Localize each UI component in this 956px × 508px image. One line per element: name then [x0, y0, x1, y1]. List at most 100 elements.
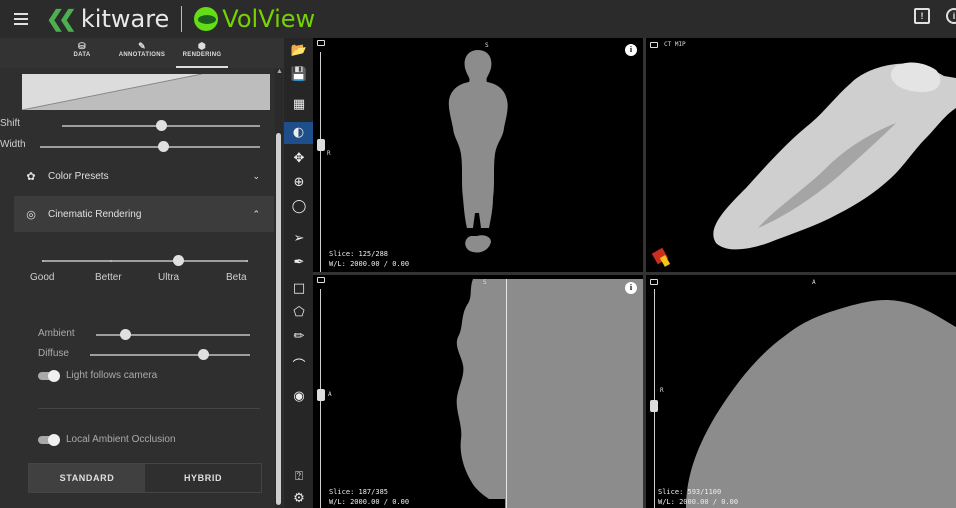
cinematic-label: Cinematic Rendering	[48, 208, 142, 220]
ambient-slider-thumb[interactable]	[120, 329, 131, 340]
tab-annotations[interactable]: ✎ ANNOTATIONS	[112, 38, 172, 68]
volume-render-image	[651, 62, 956, 267]
screenshot-view-icon[interactable]	[317, 40, 325, 46]
pan-icon[interactable]: ✥	[288, 148, 310, 170]
screenshot-view-icon[interactable]	[650, 42, 658, 48]
zoom-icon[interactable]: ⊕	[288, 172, 310, 194]
diffuse-slider-thumb[interactable]	[198, 349, 209, 360]
info-icon[interactable]: i	[625, 44, 637, 56]
screenshot-icon[interactable]: ◉	[288, 386, 310, 408]
screenshot-view-icon[interactable]	[317, 277, 325, 283]
slice-slider-handle[interactable]	[317, 139, 325, 151]
tab-label: DATA	[73, 52, 91, 58]
quality-slider-thumb[interactable]	[173, 255, 184, 266]
diffuse-slider[interactable]	[90, 354, 250, 356]
orientation-label-top: S	[485, 42, 489, 49]
shift-label: Shift	[0, 118, 21, 129]
tab-data[interactable]: ⛁ DATA	[52, 38, 112, 68]
quality-option-label: Better	[95, 272, 122, 283]
standard-mode-button[interactable]: STANDARD	[29, 464, 145, 492]
info-icon[interactable]: i	[946, 8, 956, 24]
notifications-icon[interactable]: ⍰	[288, 466, 310, 488]
width-label: Width	[0, 139, 26, 150]
ruler-icon[interactable]: ✏	[288, 326, 310, 348]
settings-icon[interactable]: ⚙	[288, 488, 310, 508]
crosshairs-icon[interactable]: ◯	[288, 196, 310, 218]
coronal-view[interactable]: S i R Slice: 125/288 W/L: 2000.00 / 0.00	[313, 38, 643, 272]
tab-rendering[interactable]: ⬢ RENDERING	[172, 38, 232, 68]
cinematic-rendering-header[interactable]: ◎ Cinematic Rendering ⌃	[14, 196, 274, 232]
slice-info: Slice: 593/1100	[658, 488, 722, 496]
window-level-info: W/L: 2000.00 / 0.00	[329, 498, 410, 506]
pencil-icon: ✎	[138, 41, 146, 51]
module-tabs: ⛁ DATA ✎ ANNOTATIONS ⬢ RENDERING	[0, 38, 284, 68]
screenshot-view-icon[interactable]	[650, 279, 658, 285]
ambient-label: Ambient	[38, 328, 75, 339]
save-icon[interactable]: 💾	[288, 64, 310, 86]
local-ao-label: Local Ambient Occlusion	[66, 434, 176, 445]
window-level-icon[interactable]: ◐	[284, 122, 313, 144]
orientation-label-side: R	[327, 150, 331, 157]
window-level-info: W/L: 2000.00 / 0.00	[329, 260, 410, 268]
quality-tick	[246, 260, 248, 262]
quality-option-label: Beta	[226, 272, 247, 283]
view-title: CT MIP	[664, 41, 686, 48]
feedback-icon[interactable]: !	[914, 8, 930, 24]
cube-icon: ⬢	[197, 41, 207, 51]
slice-slider-handle[interactable]	[317, 389, 325, 401]
paint-icon[interactable]: ✒	[288, 252, 310, 274]
window-level-info: W/L: 2000.00 / 0.00	[658, 498, 739, 506]
app-bar: ❮❮ kitware VolView ! i	[0, 0, 956, 38]
scrollbar-thumb[interactable]	[276, 133, 281, 505]
cinematic-icon: ◎	[26, 208, 36, 221]
diffuse-label: Diffuse	[38, 348, 69, 359]
rectangle-icon[interactable]: □	[288, 278, 310, 300]
folder-open-icon[interactable]: 📂	[288, 40, 310, 62]
width-slider[interactable]	[40, 146, 260, 148]
slice-info: Slice: 187/385	[329, 488, 389, 496]
section-divider	[38, 408, 260, 409]
slice-info: Slice: 125/288	[329, 250, 389, 258]
coronal-slice-image	[448, 50, 508, 253]
scroll-up-icon[interactable]: ▲	[276, 68, 283, 75]
volview-brand: VolView	[222, 5, 316, 33]
quality-tick	[42, 260, 44, 262]
axial-slice-image	[686, 297, 956, 508]
orientation-label-top: S	[483, 279, 487, 286]
quality-option-label: Ultra	[158, 272, 180, 283]
volume-view[interactable]: CT MIP	[646, 38, 956, 272]
orientation-label-top: A	[812, 279, 816, 286]
chevron-up-icon: ⌃	[252, 208, 260, 219]
view-divider-vertical[interactable]	[643, 38, 646, 508]
slice-slider-track[interactable]	[654, 289, 655, 508]
crop-icon[interactable]: ⌒	[288, 356, 310, 378]
axial-view[interactable]: A R Slice: 593/1100 W/L: 2000.00 / 0.00	[646, 275, 956, 508]
toggle-knob[interactable]	[48, 370, 60, 382]
sagittal-view[interactable]: S i A Slice: 187/385 W/L: 2000.00 / 0.00	[313, 275, 643, 508]
logo-divider	[181, 6, 183, 32]
select-icon[interactable]: ➢	[288, 228, 310, 250]
color-presets-label: Color Presets	[48, 170, 109, 182]
shift-slider-thumb[interactable]	[156, 120, 167, 131]
view-divider-horizontal[interactable]	[313, 272, 956, 275]
sagittal-slice-image	[456, 279, 643, 508]
quality-option-label: Good	[30, 272, 55, 283]
quality-slider[interactable]	[42, 260, 248, 262]
orientation-label-side: A	[328, 391, 332, 398]
slice-slider-track[interactable]	[320, 52, 321, 272]
layout-icon[interactable]: ▦	[288, 94, 310, 116]
slice-slider-handle[interactable]	[650, 400, 658, 412]
color-presets-header[interactable]: ✿ Color Presets ⌄	[14, 158, 274, 194]
transfer-function-editor[interactable]	[22, 74, 270, 110]
polygon-icon[interactable]: ⬠	[288, 302, 310, 324]
info-icon[interactable]: i	[625, 282, 637, 294]
width-slider-thumb[interactable]	[158, 141, 169, 152]
quality-tick	[110, 260, 112, 262]
hybrid-mode-button[interactable]: HYBRID	[145, 464, 261, 492]
palette-icon: ✿	[26, 170, 36, 183]
kitware-logo-icon: ❮❮	[46, 6, 77, 31]
kitware-brand: kitware	[80, 5, 170, 33]
toggle-knob[interactable]	[48, 434, 60, 446]
hamburger-icon[interactable]	[14, 10, 28, 28]
render-mode-toggle: STANDARD HYBRID	[28, 463, 262, 493]
